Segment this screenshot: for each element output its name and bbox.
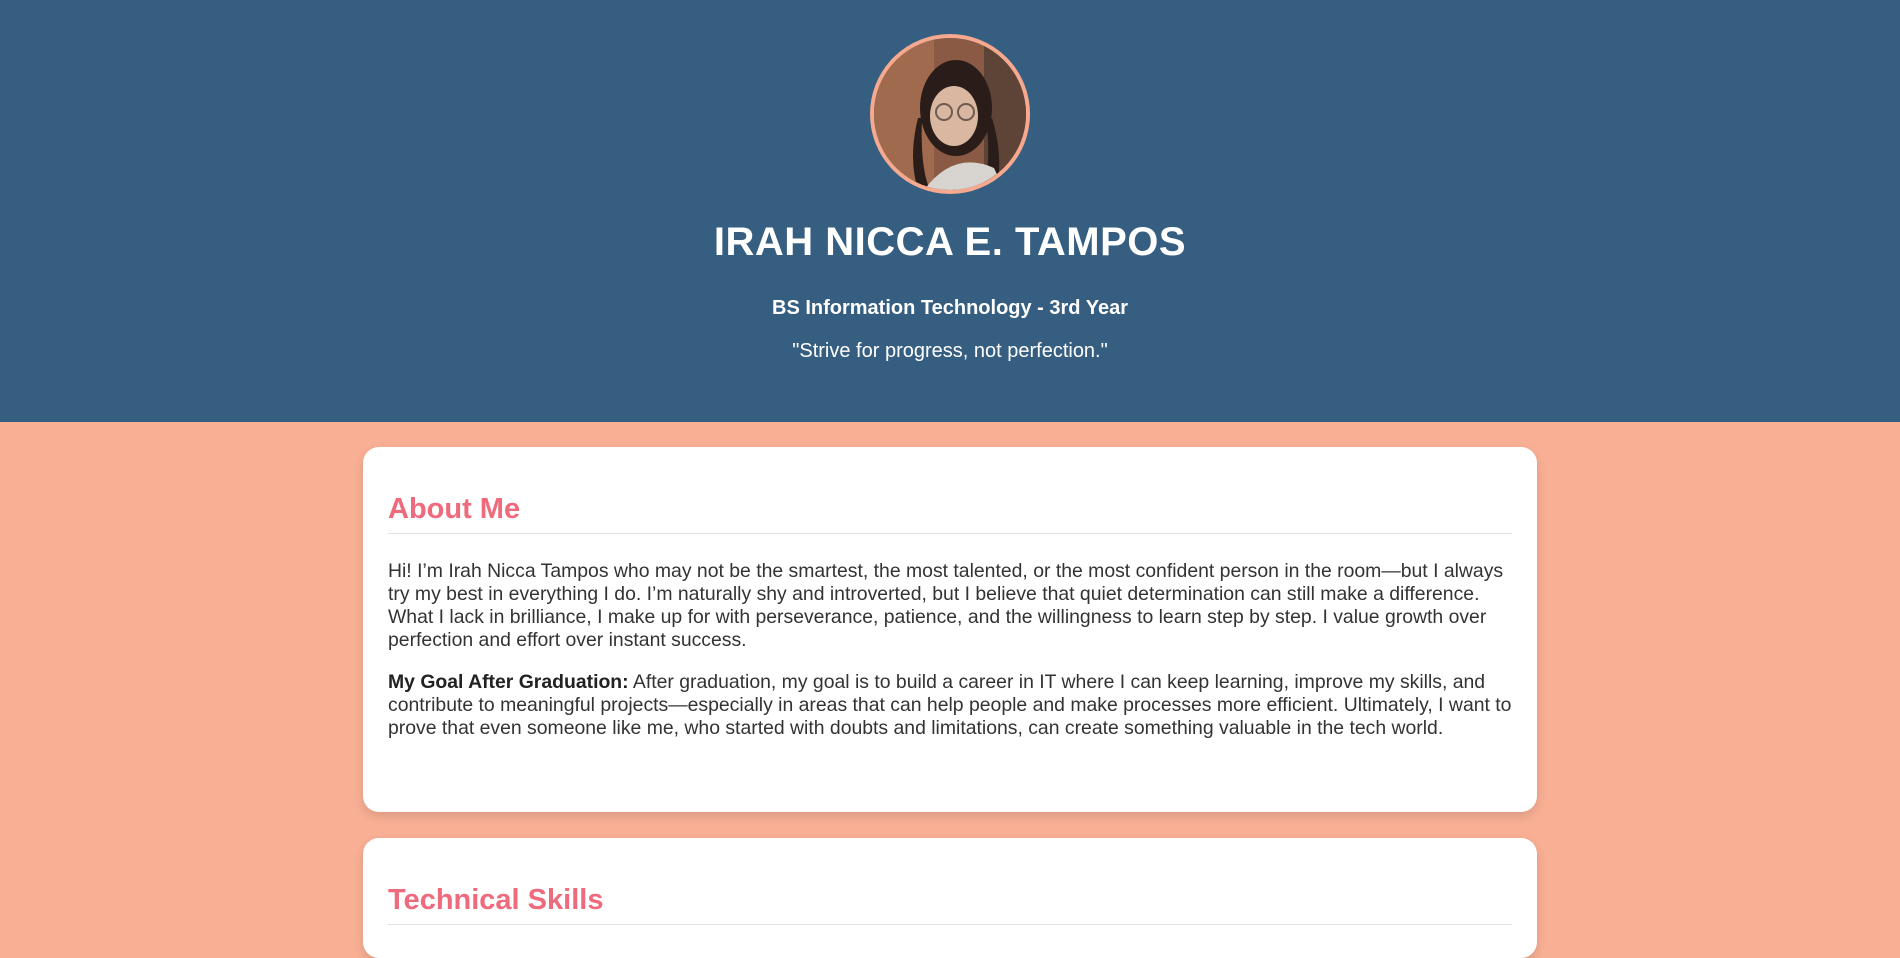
skills-title: Technical Skills [388,838,1512,925]
goal-label: My Goal After Graduation: [388,671,629,693]
about-card: About Me Hi! I’m Irah Nicca Tampos who m… [363,447,1537,812]
profile-motto: "Strive for progress, not perfection." [792,340,1108,362]
skills-card: Technical Skills [363,838,1537,958]
about-title: About Me [388,447,1512,534]
profile-photo [870,34,1030,194]
profile-photo-image [874,38,1026,190]
profile-name: IRAH NICCA E. TAMPOS [713,220,1187,264]
about-goal: My Goal After Graduation: After graduati… [388,671,1512,740]
about-intro: Hi! I’m Irah Nicca Tampos who may not be… [388,560,1504,651]
profile-header: IRAH NICCA E. TAMPOS BS Information Tech… [0,0,1900,422]
profile-program: BS Information Technology - 3rd Year [772,297,1128,319]
